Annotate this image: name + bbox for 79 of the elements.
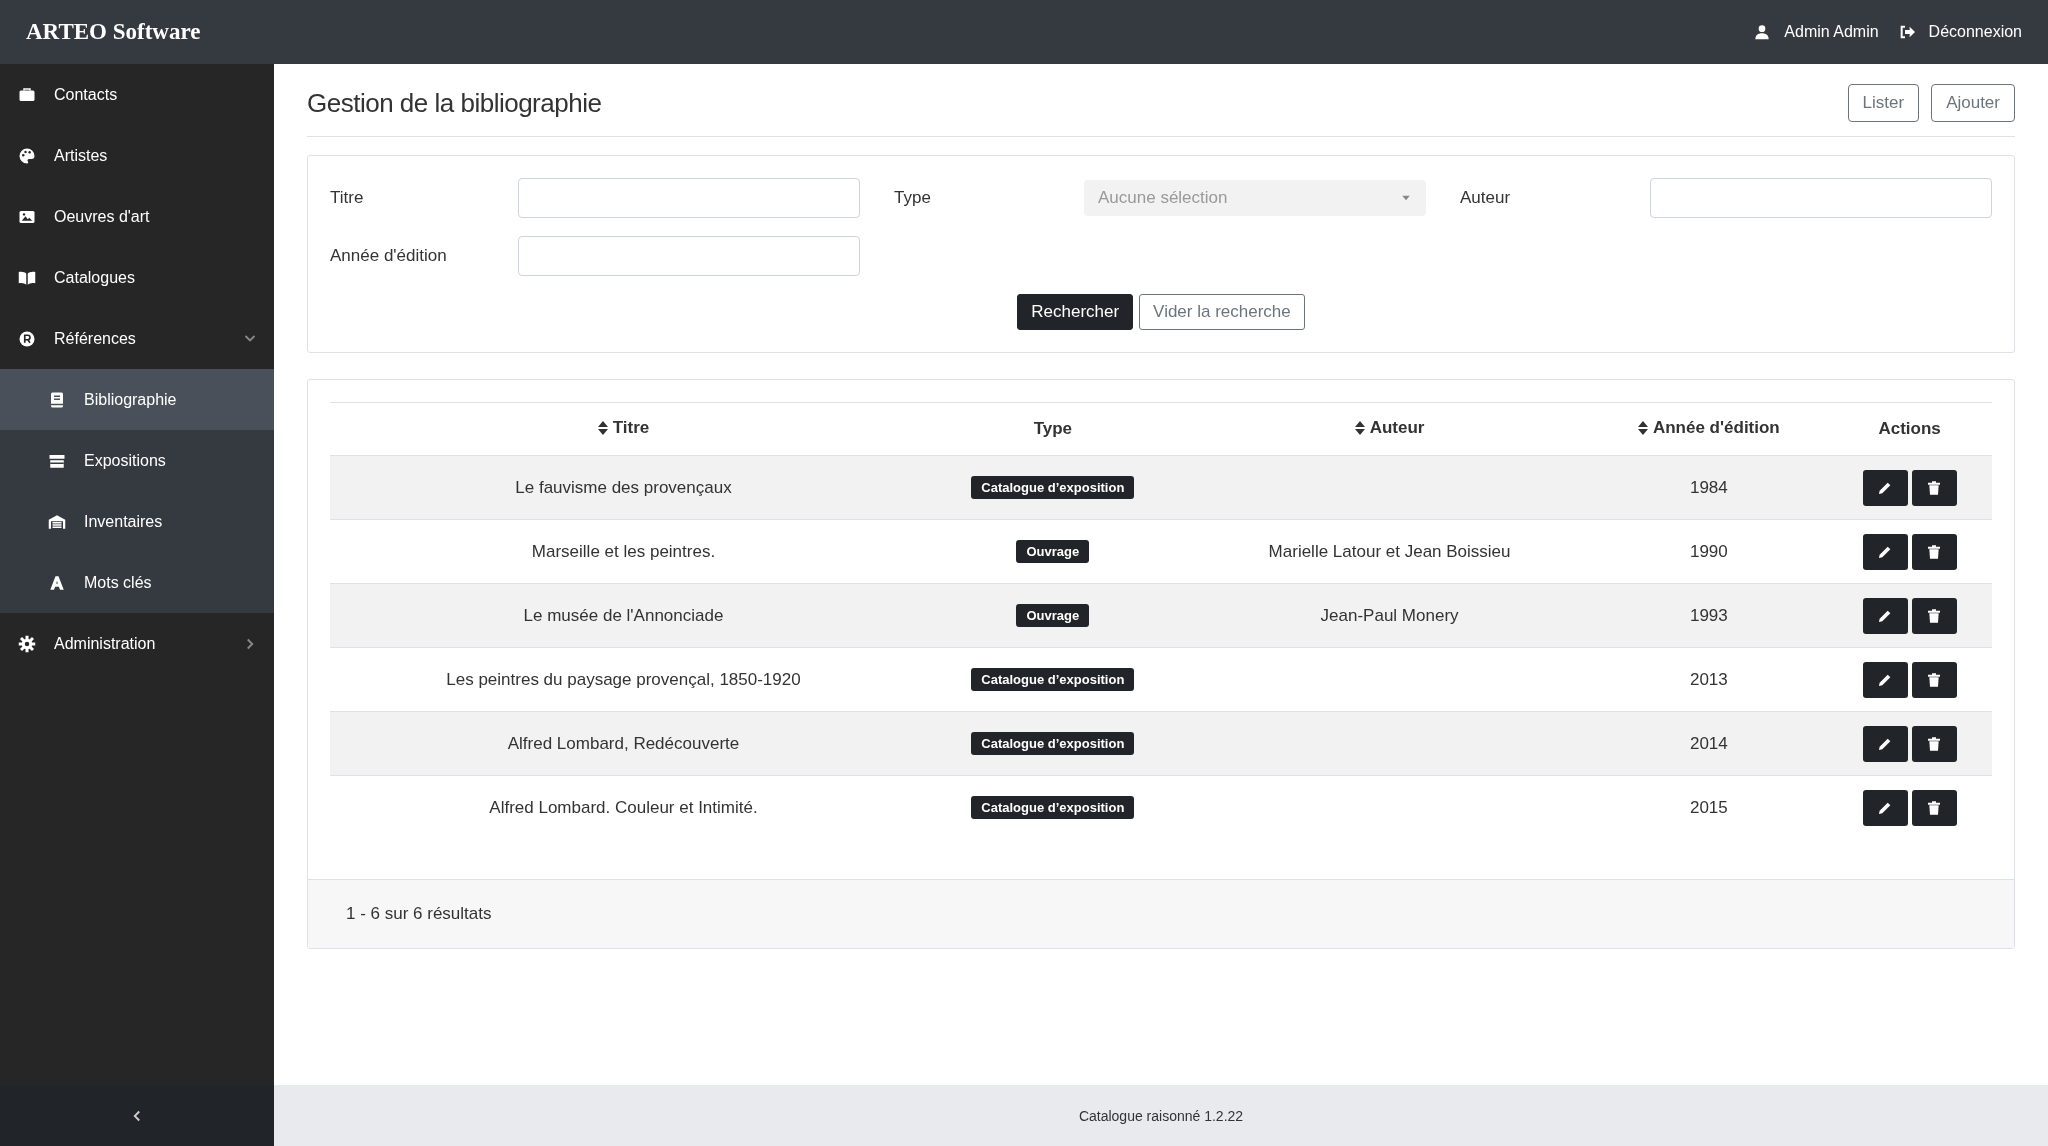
delete-button[interactable] [1911, 469, 1957, 506]
trash-icon [1926, 671, 1943, 688]
logout-link[interactable]: Déconnexion [1928, 23, 2022, 41]
table-cell: Jean-Paul Monery [1320, 605, 1459, 625]
user-icon [1754, 24, 1771, 40]
edit-button[interactable] [1862, 597, 1908, 634]
sidebar-item[interactable]: Contacts [0, 64, 274, 125]
briefcase-icon [18, 85, 36, 104]
delete-button[interactable] [1911, 597, 1957, 634]
table-cell: 1993 [1689, 605, 1728, 625]
input-field[interactable] [518, 236, 860, 276]
table-cell: 2015 [1689, 797, 1728, 817]
input-field[interactable] [1650, 178, 1992, 218]
column-header[interactable]: Année d'édition [1652, 418, 1780, 438]
sidebar-item[interactable]: Expositions [0, 430, 274, 491]
column-header[interactable]: Auteur [1369, 418, 1425, 438]
add-button[interactable]: Ajouter [1931, 84, 2015, 122]
table-cell: 1984 [1689, 477, 1728, 497]
edit-button[interactable] [1862, 789, 1908, 826]
table-cell: Les peintres du paysage provençal, 1850-1920 [446, 669, 801, 689]
sidebar-item[interactable]: Oeuvres d'art [0, 186, 274, 247]
sidebar-item[interactable]: Inventaires [0, 491, 274, 552]
type-tag: Catalogue d’exposition [971, 732, 1135, 755]
delete-button[interactable] [1911, 661, 1957, 698]
edit-button[interactable] [1862, 661, 1908, 698]
sidebar-item[interactable]: Mots clés [0, 552, 274, 613]
palette-icon [18, 146, 36, 165]
table-cell: Le musée de l'Annonciade [523, 605, 724, 625]
field-label: Année d'édition [330, 246, 448, 266]
app-title: ARTEO Software [26, 19, 202, 45]
letter-icon [48, 573, 66, 592]
type-tag: Ouvrage [1016, 540, 1090, 563]
trash-icon [1926, 607, 1943, 624]
sidebar-item[interactable]: Références [0, 308, 274, 369]
type-tag: Ouvrage [1016, 604, 1090, 627]
type-tag: Catalogue d’exposition [971, 476, 1135, 499]
logout-icon [1898, 24, 1915, 40]
input-field[interactable] [518, 178, 860, 218]
search-button[interactable]: Rechercher [1017, 294, 1134, 330]
delete-button[interactable] [1911, 789, 1957, 826]
column-header[interactable]: Titre [612, 418, 650, 438]
delete-button[interactable] [1911, 533, 1957, 570]
type-tag: Catalogue d’exposition [971, 796, 1135, 819]
table-cell: 2013 [1689, 669, 1728, 689]
type-tag: Catalogue d’exposition [971, 668, 1135, 691]
table-cell: 2014 [1689, 733, 1728, 753]
trash-icon [1926, 543, 1943, 560]
column-header: Actions [1878, 419, 1941, 439]
table-cell: Alfred Lombard, Redécouverte [507, 733, 740, 753]
table-cell: Alfred Lombard. Couleur et Intimité. [489, 797, 758, 817]
table-cell: Marielle Latour et Jean Boissieu [1268, 541, 1511, 561]
table-cell: Marseille et les peintres. [531, 541, 716, 561]
column-header: Type [1033, 419, 1073, 439]
sidebar-item[interactable]: Bibliographie [0, 369, 274, 430]
sidebar-item[interactable]: Catalogues [0, 247, 274, 308]
sidebar-item[interactable]: Artistes [0, 125, 274, 186]
field-label: Auteur [1459, 188, 1512, 208]
delete-button[interactable] [1911, 725, 1957, 762]
trash-icon [1926, 799, 1943, 816]
book-icon [48, 390, 66, 409]
table-cell: 1990 [1689, 541, 1728, 561]
table-cell: Le fauvisme des provençaux [515, 477, 732, 497]
clear-search-button[interactable]: Vider la recherche [1139, 294, 1305, 330]
edit-button[interactable] [1862, 533, 1908, 570]
list-button[interactable]: Lister [1847, 84, 1920, 122]
field-label: Type [893, 188, 932, 208]
registered-icon [18, 329, 36, 348]
edit-button[interactable] [1862, 469, 1908, 506]
results-count: 1 - 6 sur 6 résultats [346, 904, 492, 924]
user-name[interactable]: Admin Admin [1784, 23, 1879, 41]
sidebar-item[interactable]: Administration [0, 613, 274, 674]
trash-icon [1926, 479, 1943, 496]
settings-icon [18, 634, 36, 653]
page-title: Gestion de la bibliographie [307, 87, 603, 119]
version-text: Catalogue raisonné 1.2.22 [1078, 1107, 1244, 1124]
chevron-icon [131, 1110, 143, 1122]
field-label: Titre [330, 188, 365, 208]
trash-icon [1926, 735, 1943, 752]
edit-button[interactable] [1862, 725, 1908, 762]
